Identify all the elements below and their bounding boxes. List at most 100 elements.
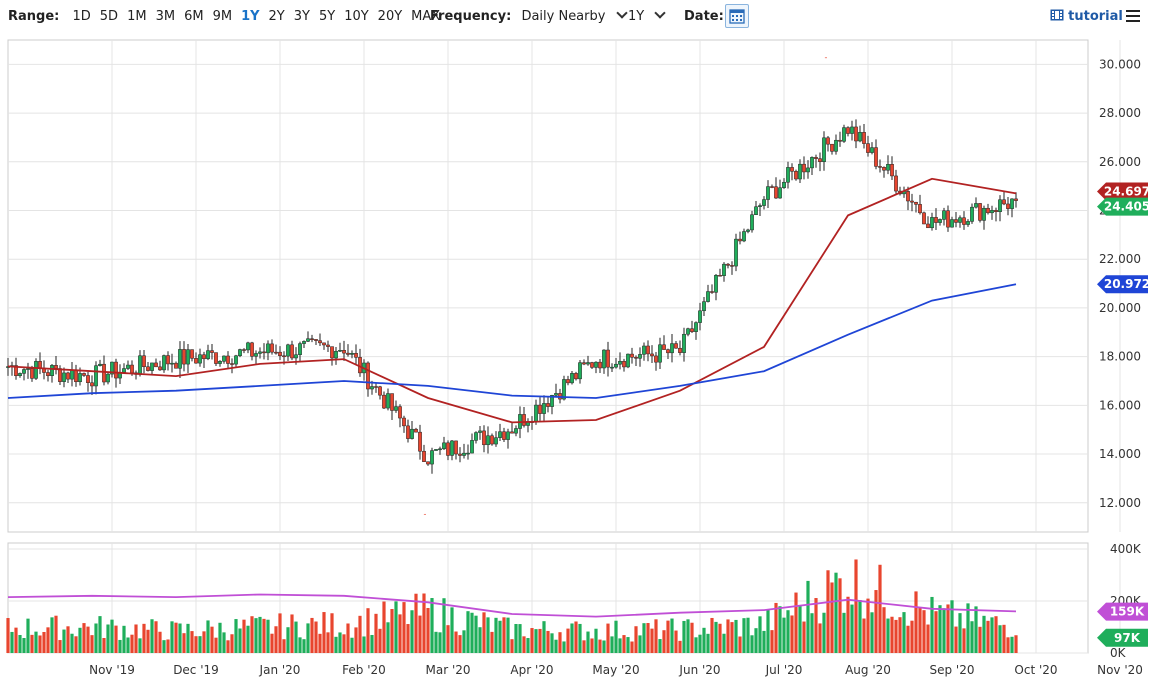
volume-bar bbox=[842, 612, 846, 653]
ma-long-line bbox=[7, 283, 1017, 399]
volume-bar bbox=[542, 621, 546, 653]
volume-bar bbox=[254, 618, 258, 653]
volume-bar bbox=[490, 631, 494, 653]
x-tick-label: Dec '19 bbox=[173, 663, 219, 677]
range-button-3y[interactable]: 3Y bbox=[294, 9, 310, 24]
volume-bar bbox=[734, 619, 738, 653]
volume-bar bbox=[510, 639, 514, 653]
candle-body bbox=[830, 143, 834, 152]
candle-body bbox=[270, 343, 274, 353]
hamburger-menu-icon[interactable] bbox=[1126, 10, 1140, 22]
last-price-badge-text: 24.405 bbox=[1104, 200, 1149, 214]
chart-toolbar: Range: 1D 5D 1M 3M 6M 9M 1Y 2Y 3Y 5Y 10Y 20Y MAX Fre… bbox=[0, 0, 1149, 34]
volume-bar bbox=[426, 608, 430, 653]
range-button-20y[interactable]: 20Y bbox=[378, 9, 402, 24]
volume-bar bbox=[282, 639, 286, 653]
chevron-down-icon[interactable] bbox=[615, 7, 628, 19]
candle-body bbox=[230, 363, 234, 365]
range-button-5y[interactable]: 5Y bbox=[319, 9, 335, 24]
volume-average-badge-text: 159K bbox=[1110, 605, 1145, 619]
volume-bar bbox=[578, 623, 582, 653]
candle-body bbox=[466, 452, 470, 455]
chevron-down-icon[interactable] bbox=[654, 7, 667, 19]
volume-bar bbox=[122, 625, 126, 653]
volume-bar bbox=[162, 640, 166, 653]
volume-bar bbox=[386, 622, 390, 653]
y-tick-label: 16.000 bbox=[1099, 398, 1141, 412]
candle-body bbox=[90, 382, 94, 387]
date-picker-button[interactable] bbox=[725, 4, 749, 28]
candle-body bbox=[410, 428, 414, 439]
tutorial-link[interactable]: tutorial bbox=[1068, 9, 1123, 24]
candle-body bbox=[174, 362, 178, 369]
x-tick-label: Jul '20 bbox=[765, 663, 803, 677]
candle-body bbox=[98, 363, 102, 366]
candle-body bbox=[694, 322, 698, 332]
x-tick-label: Nov '19 bbox=[89, 663, 135, 677]
volume-bar bbox=[222, 632, 226, 653]
period-value[interactable]: 1Y bbox=[628, 9, 644, 24]
range-button-9m[interactable]: 9M bbox=[213, 9, 233, 24]
candle-body bbox=[954, 219, 958, 223]
price-chart[interactable]: -- Nov '19 Dec '19 Jan '20 Feb '20 Mar '20 Ap… bbox=[0, 34, 1149, 689]
candle-body bbox=[866, 143, 870, 153]
volume-bar bbox=[22, 638, 26, 653]
volume-last-badge-text: 97K bbox=[1114, 631, 1141, 645]
x-tick-label: Apr '20 bbox=[510, 663, 553, 677]
candle-body bbox=[78, 373, 82, 383]
volume-bar bbox=[430, 598, 434, 653]
calendar-icon[interactable] bbox=[726, 5, 748, 27]
candle-body bbox=[382, 394, 386, 409]
candle-body bbox=[86, 375, 90, 384]
period-selector[interactable]: 1Y bbox=[628, 7, 667, 26]
range-button-6m[interactable]: 6M bbox=[184, 9, 204, 24]
range-button-1d[interactable]: 1D bbox=[73, 9, 91, 24]
volume-bar bbox=[666, 620, 670, 653]
volume-bar bbox=[178, 623, 182, 653]
volume-bar bbox=[446, 625, 450, 653]
volume-bar bbox=[534, 629, 538, 653]
range-button-3m[interactable]: 3M bbox=[156, 9, 176, 24]
candle-body bbox=[146, 366, 150, 371]
range-button-5d[interactable]: 5D bbox=[100, 9, 118, 24]
x-tick-label: May '20 bbox=[592, 663, 639, 677]
candle-body bbox=[958, 217, 962, 223]
volume-bar bbox=[910, 620, 914, 653]
range-button-1y[interactable]: 1Y bbox=[241, 9, 259, 24]
candle-body bbox=[934, 217, 938, 223]
volume-tick-label: 0K bbox=[1110, 646, 1127, 660]
candle-body bbox=[282, 355, 286, 358]
range-button-10y[interactable]: 10Y bbox=[344, 9, 368, 24]
y-tick-label: 14.000 bbox=[1099, 447, 1141, 461]
range-button-1m[interactable]: 1M bbox=[127, 9, 147, 24]
candle-body bbox=[438, 448, 442, 451]
candle-body bbox=[418, 431, 422, 452]
frequency-value[interactable]: Daily Nearby bbox=[521, 9, 605, 24]
volume-bar bbox=[746, 617, 750, 653]
candle-body bbox=[890, 164, 894, 177]
candle-body bbox=[394, 406, 398, 411]
candle-body bbox=[62, 372, 66, 382]
frequency-selector[interactable]: Frequency: Daily Nearby bbox=[430, 7, 628, 26]
candle-body bbox=[478, 430, 482, 433]
volume-bar bbox=[990, 617, 994, 653]
candlesticks: -- bbox=[6, 53, 1018, 519]
range-button-2y[interactable]: 2Y bbox=[269, 9, 285, 24]
candle-body bbox=[886, 164, 890, 171]
candle-body bbox=[806, 167, 810, 173]
candle-body bbox=[766, 186, 770, 200]
volume-bar bbox=[242, 619, 246, 653]
volume-bar bbox=[978, 626, 982, 653]
y-tick-label: 28.000 bbox=[1099, 106, 1141, 120]
candle-body bbox=[794, 171, 798, 180]
tutorial-link-wrap[interactable]: tutorial bbox=[1050, 8, 1123, 26]
candle-body bbox=[734, 238, 738, 267]
volume-bar bbox=[330, 613, 334, 653]
volume-bar bbox=[418, 615, 422, 653]
volume-bar bbox=[142, 623, 146, 653]
candle-body bbox=[290, 344, 294, 359]
price-pane-border bbox=[7, 39, 1089, 533]
film-icon[interactable] bbox=[1050, 9, 1064, 21]
candle-body bbox=[918, 204, 922, 214]
x-tick-label: Sep '20 bbox=[930, 663, 975, 677]
